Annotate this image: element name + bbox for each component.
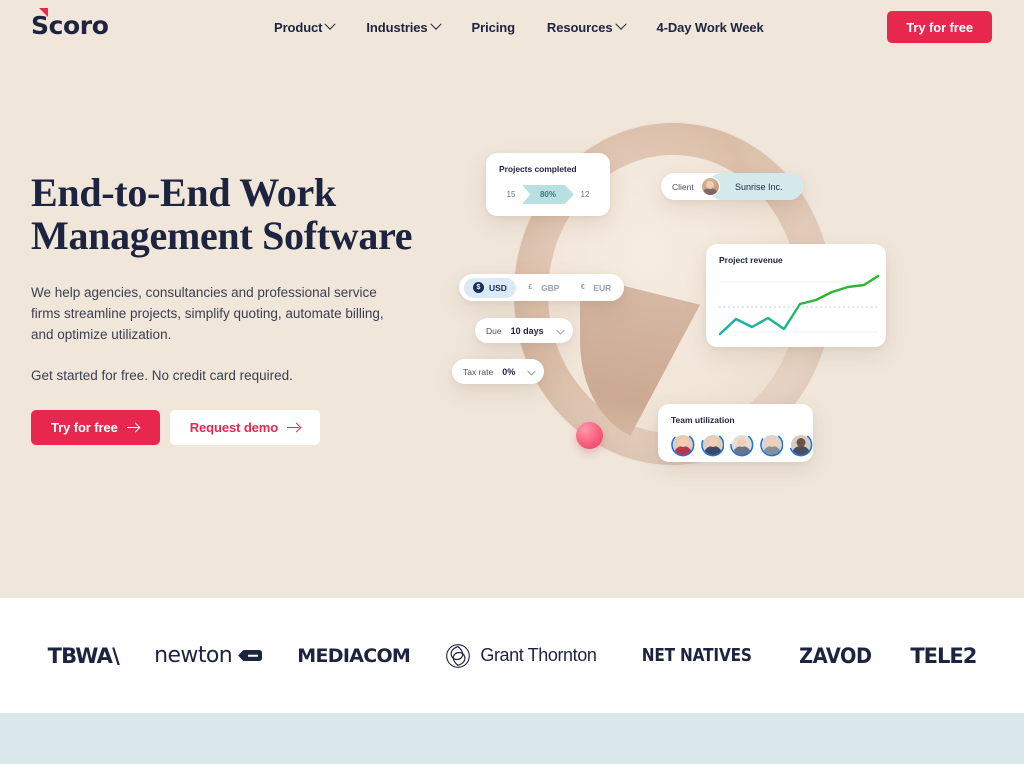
projects-left-value: 15	[506, 190, 516, 199]
decorative-pink-sphere	[576, 422, 603, 449]
client-logo-net-natives: NET NATIVES	[614, 645, 779, 666]
team-member	[759, 433, 784, 457]
nav-item-pricing[interactable]: Pricing	[456, 20, 531, 35]
currency-code-gbp: GBP	[540, 282, 560, 293]
client-logo-tbwa-text: TBWA\	[47, 643, 120, 668]
project-revenue-card: Project revenue	[706, 244, 886, 347]
nav-item-resources[interactable]: Resources	[531, 18, 641, 35]
hero-section: Projects completed 15 80% 12 Sunrise Inc…	[0, 0, 1024, 598]
chevron-down-icon	[429, 18, 442, 30]
nav-try-for-free-button[interactable]: Try for free	[887, 11, 992, 43]
landing-page: Projects completed 15 80% 12 Sunrise Inc…	[0, 0, 1024, 764]
dollar-icon: $	[473, 282, 484, 293]
hero-content: End-to-End Work Management Software We h…	[31, 170, 431, 445]
next-section-band	[0, 713, 1024, 764]
team-member	[730, 433, 754, 457]
tax-rate-label: Tax rate	[463, 366, 494, 377]
client-logo-tele2: TELE2	[893, 644, 994, 668]
client-logo-zavod-text: ZAVOD	[799, 643, 873, 668]
projects-right-value: 12	[580, 190, 590, 199]
currency-option-eur[interactable]: € EUR	[568, 278, 620, 298]
chevron-down-icon[interactable]	[527, 366, 535, 375]
client-logo-newton-text: newton	[154, 643, 233, 668]
chevron-down-icon	[614, 18, 627, 30]
nav-item-resources-label: Resources	[546, 19, 613, 35]
client-logo-mediacom-text: MEDIACOM	[297, 644, 411, 667]
euro-icon: €	[580, 284, 585, 291]
nav-item-4-day-work-week-label: 4-Day Work Week	[656, 19, 764, 35]
try-for-free-button[interactable]: Try for free	[31, 409, 160, 445]
team-member	[671, 433, 695, 457]
client-logos-band: TBWA\ newton MEDIACOM Grant Thornton NET…	[0, 598, 1024, 713]
arrow-right-icon	[287, 422, 300, 432]
nav-item-product[interactable]: Product	[258, 18, 350, 35]
tax-rate-selector-card[interactable]: Tax rate 0%	[452, 359, 544, 384]
nav-item-4-day-work-week[interactable]: 4-Day Work Week	[641, 20, 780, 35]
currency-option-usd[interactable]: $ USD	[464, 277, 516, 298]
newton-arrow-icon	[238, 650, 263, 661]
nav-links: Product Industries Pricing Resources 4-D…	[258, 0, 780, 54]
nav-item-pricing-label: Pricing	[471, 19, 515, 35]
currency-code-eur: EUR	[593, 282, 612, 293]
chart-line-series	[718, 274, 880, 336]
client-avatar	[700, 177, 720, 196]
hero-illustration: Projects completed 15 80% 12 Sunrise Inc…	[430, 100, 1024, 520]
pound-icon: £	[528, 284, 533, 291]
hero-paragraph: We help agencies, consultancies and prof…	[31, 284, 384, 343]
team-member	[789, 433, 813, 457]
logo-text: Scoro	[31, 11, 109, 40]
client-label: Client	[672, 181, 694, 192]
grant-thornton-swirl-icon	[446, 643, 471, 668]
nav-item-industries-label: Industries	[366, 19, 428, 35]
due-label: Due	[486, 325, 502, 336]
projects-completed-card: Projects completed 15 80% 12	[486, 153, 610, 216]
client-logo-grant-thornton-text: Grant Thornton	[480, 645, 597, 665]
hero-cta-group: Try for free Request demo	[31, 409, 431, 445]
projects-percent-badge: 80%	[522, 185, 574, 204]
hero-title-line-2: Management Software	[31, 212, 413, 258]
currency-code-usd: USD	[489, 282, 507, 293]
team-utilization-card: Team utilization	[658, 404, 813, 462]
due-value: 10 days	[510, 325, 544, 336]
client-value: Sunrise Inc.	[735, 181, 783, 192]
projects-completed-label: Projects completed	[499, 164, 577, 174]
due-selector-card[interactable]: Due 10 days	[475, 318, 573, 343]
team-avatar-row	[671, 433, 813, 457]
client-logo-mediacom: MEDIACOM	[280, 645, 428, 667]
client-logo-newton: newton	[137, 643, 280, 668]
project-revenue-chart	[718, 274, 880, 336]
client-logo-tbwa: TBWA\	[30, 644, 137, 668]
client-logo-net-natives-text: NET NATIVES	[641, 645, 752, 666]
client-selector-card[interactable]: Sunrise Inc. Client	[661, 173, 803, 200]
client-logo-grant-thornton: Grant Thornton	[428, 643, 614, 669]
team-utilization-title: Team utilization	[671, 415, 735, 425]
currency-selector-card[interactable]: $ USD £ GBP € EUR	[459, 274, 624, 301]
chevron-down-icon	[324, 18, 337, 30]
client-value-pill: Sunrise Inc.	[708, 173, 803, 200]
tax-rate-value: 0%	[502, 366, 516, 377]
scoro-logo[interactable]: Scoro	[31, 8, 109, 40]
client-logo-tele2-text: TELE2	[910, 643, 977, 668]
currency-option-gbp[interactable]: £ GBP	[516, 278, 568, 298]
hero-title-line-1: End-to-End Work	[31, 170, 336, 215]
team-member	[700, 433, 725, 457]
nav-item-industries[interactable]: Industries	[350, 18, 455, 35]
project-revenue-title: Project revenue	[719, 255, 783, 265]
nav-item-product-label: Product	[274, 19, 323, 35]
page-title: End-to-End Work Management Software	[31, 170, 431, 258]
arrow-right-icon	[126, 422, 140, 432]
chevron-down-icon[interactable]	[556, 325, 564, 334]
main-navigation: Scoro Product Industries Pricing Resourc…	[0, 0, 1024, 54]
request-demo-label: Request demo	[189, 419, 279, 435]
try-for-free-label: Try for free	[51, 419, 118, 435]
hero-subtext: Get started for free. No credit card req…	[31, 367, 293, 383]
projects-completed-values: 15 80% 12	[499, 185, 597, 204]
request-demo-button[interactable]: Request demo	[169, 409, 321, 445]
client-logo-zavod: ZAVOD	[779, 644, 893, 668]
